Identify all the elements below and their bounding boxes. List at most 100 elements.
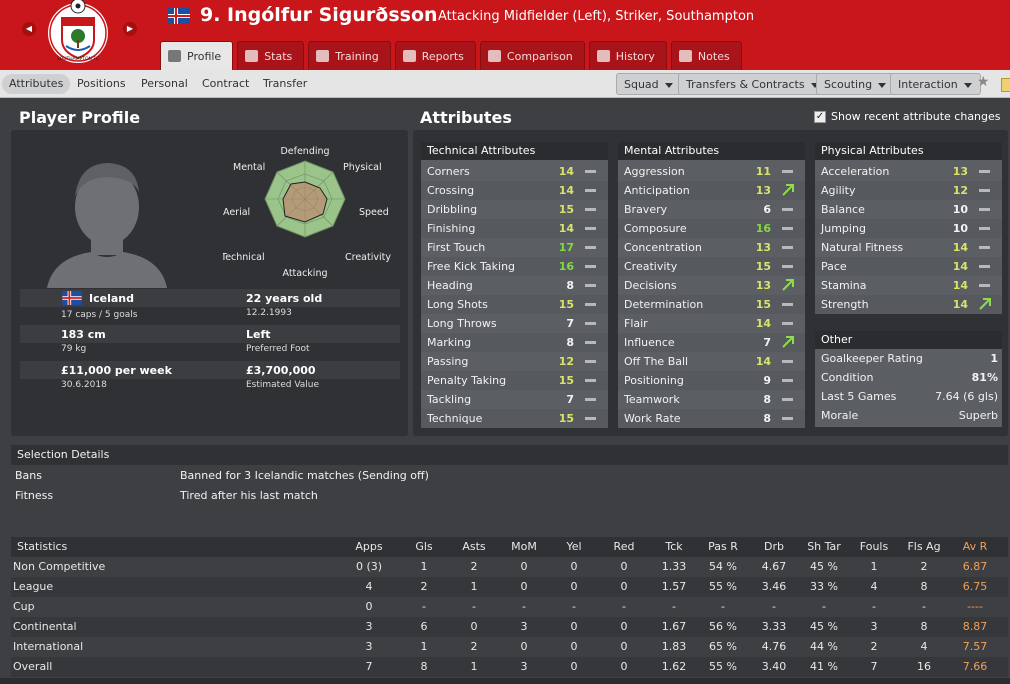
attribute-row-corners[interactable]: Corners 14	[421, 162, 608, 181]
column-header[interactable]: Pas R	[701, 537, 745, 557]
interaction-menu-button[interactable]: Interaction	[890, 73, 981, 95]
attribute-row-stamina[interactable]: Stamina 14	[815, 276, 1002, 295]
table-cell: 1.62	[661, 660, 687, 673]
attribute-row-finishing[interactable]: Finishing 14	[421, 219, 608, 238]
attribute-row-flair[interactable]: Flair 14	[618, 314, 805, 333]
attribute-row-dribbling[interactable]: Dribbling 15	[421, 200, 608, 219]
tab-history[interactable]: History	[588, 41, 667, 70]
attribute-row-agility[interactable]: Agility 12	[815, 181, 1002, 200]
radar-label-creativity: Creativity	[345, 252, 391, 263]
attribute-row-marking[interactable]: Marking 8	[421, 333, 608, 352]
column-header[interactable]: Sh Tar	[802, 537, 846, 557]
tab-reports[interactable]: Reports	[394, 41, 476, 70]
column-header[interactable]: Av R	[953, 537, 997, 557]
table-cell: 0	[620, 560, 628, 573]
attribute-value: 8	[566, 279, 574, 292]
attribute-name: Free Kick Taking	[427, 260, 516, 273]
attribute-name: Balance	[821, 203, 865, 216]
subtab-positions[interactable]: Positions	[70, 74, 133, 94]
chevron-left-icon[interactable]: ◀	[22, 22, 36, 36]
attribute-row-decisions[interactable]: Decisions 13	[618, 276, 805, 295]
attribute-row-positioning[interactable]: Positioning 9	[618, 371, 805, 390]
table-cell: 4.76	[761, 640, 787, 653]
attribute-row-free-kick-taking[interactable]: Free Kick Taking 16	[421, 257, 608, 276]
attribute-row-creativity[interactable]: Creativity 15	[618, 257, 805, 276]
attribute-name: Positioning	[624, 374, 684, 387]
attribute-value: 7	[763, 336, 771, 349]
table-cell: -	[822, 600, 826, 613]
column-header[interactable]: Apps	[347, 537, 391, 557]
tab-comparison[interactable]: Comparison	[479, 41, 585, 70]
column-header[interactable]: Asts	[452, 537, 496, 557]
subtab-personal[interactable]: Personal	[134, 74, 195, 94]
attribute-row-long-shots[interactable]: Long Shots 15	[421, 295, 608, 314]
other-row-last-5-games: Last 5 Games 7.64 (6 gls)	[815, 387, 1002, 406]
show-changes-checkbox[interactable]: ✓	[814, 111, 826, 123]
tab-stats[interactable]: Stats	[237, 41, 305, 70]
attribute-name: Agility	[821, 184, 856, 197]
trend-up-arrow-icon	[782, 279, 794, 291]
statistics-table: Statistics Apps Gls Asts MoM Yel Red Tck Pas R Dr…	[11, 537, 1008, 677]
attribute-row-determination[interactable]: Determination 15	[618, 295, 805, 314]
tab-profile[interactable]: Profile	[160, 41, 234, 70]
attribute-row-teamwork[interactable]: Teamwork 8	[618, 390, 805, 409]
nation-name[interactable]: Iceland	[89, 292, 267, 305]
attribute-row-penalty-taking[interactable]: Penalty Taking 15	[421, 371, 608, 390]
table-cell: 44 %	[810, 640, 838, 653]
attribute-row-bravery[interactable]: Bravery 6	[618, 200, 805, 219]
attribute-row-influence[interactable]: Influence 7	[618, 333, 805, 352]
column-header[interactable]: Yel	[552, 537, 596, 557]
column-header[interactable]: Drb	[752, 537, 796, 557]
chevron-right-icon[interactable]: ▶	[123, 22, 137, 36]
note-icon[interactable]	[1001, 78, 1010, 92]
radar-label-technical: Technical	[223, 252, 265, 263]
subtab-transfer[interactable]: Transfer	[256, 74, 314, 94]
table-cell: -	[572, 600, 576, 613]
attribute-row-work-rate[interactable]: Work Rate 8	[618, 409, 805, 428]
table-cell: 0	[620, 620, 628, 633]
attribute-name: Stamina	[821, 279, 867, 292]
radar-label-defending: Defending	[280, 146, 329, 157]
attribute-row-technique[interactable]: Technique 15	[421, 409, 608, 428]
show-changes-label[interactable]: Show recent attribute changes	[831, 110, 1001, 123]
attribute-row-jumping[interactable]: Jumping 10	[815, 219, 1002, 238]
transfers-contracts-menu-button[interactable]: Transfers & Contracts	[678, 73, 828, 95]
attribute-row-tackling[interactable]: Tackling 7	[421, 390, 608, 409]
trend-unchanged-icon	[585, 227, 596, 230]
attribute-row-strength[interactable]: Strength 14	[815, 295, 1002, 314]
attribute-row-long-throws[interactable]: Long Throws 7	[421, 314, 608, 333]
subtab-attributes[interactable]: Attributes	[2, 74, 71, 94]
favourite-star-icon[interactable]: ★	[977, 74, 990, 90]
attribute-row-heading[interactable]: Heading 8	[421, 276, 608, 295]
attribute-row-off-the-ball[interactable]: Off The Ball 14	[618, 352, 805, 371]
attribute-row-passing[interactable]: Passing 12	[421, 352, 608, 371]
attribute-row-concentration[interactable]: Concentration 13	[618, 238, 805, 257]
tab-training[interactable]: Training	[308, 41, 391, 70]
attribute-row-balance[interactable]: Balance 10	[815, 200, 1002, 219]
date-of-birth: 12.2.1993	[246, 308, 292, 318]
table-cell: -	[422, 600, 426, 613]
attribute-row-acceleration[interactable]: Acceleration 13	[815, 162, 1002, 181]
squad-menu-button[interactable]: Squad	[616, 73, 682, 95]
subtab-contract[interactable]: Contract	[195, 74, 256, 94]
trend-unchanged-icon	[979, 189, 990, 192]
table-cell: 2	[420, 580, 428, 593]
column-header[interactable]: Red	[602, 537, 646, 557]
attribute-row-anticipation[interactable]: Anticipation 13	[618, 181, 805, 200]
column-header[interactable]: Fouls	[852, 537, 896, 557]
tab-notes[interactable]: Notes	[670, 41, 742, 70]
bans-label: Bans	[15, 469, 42, 482]
attribute-row-first-touch[interactable]: First Touch 17	[421, 238, 608, 257]
column-header[interactable]: Gls	[402, 537, 446, 557]
scouting-menu-button[interactable]: Scouting	[816, 73, 896, 95]
attribute-row-crossing[interactable]: Crossing 14	[421, 181, 608, 200]
attribute-name: Corners	[427, 165, 470, 178]
column-header[interactable]: Fls Ag	[902, 537, 946, 557]
column-header[interactable]: Tck	[652, 537, 696, 557]
attribute-row-natural-fitness[interactable]: Natural Fitness 14	[815, 238, 1002, 257]
column-header[interactable]: MoM	[502, 537, 546, 557]
attribute-row-composure[interactable]: Composure 16	[618, 219, 805, 238]
attribute-row-pace[interactable]: Pace 14	[815, 257, 1002, 276]
stats-icon	[245, 50, 259, 62]
attribute-row-aggression[interactable]: Aggression 11	[618, 162, 805, 181]
